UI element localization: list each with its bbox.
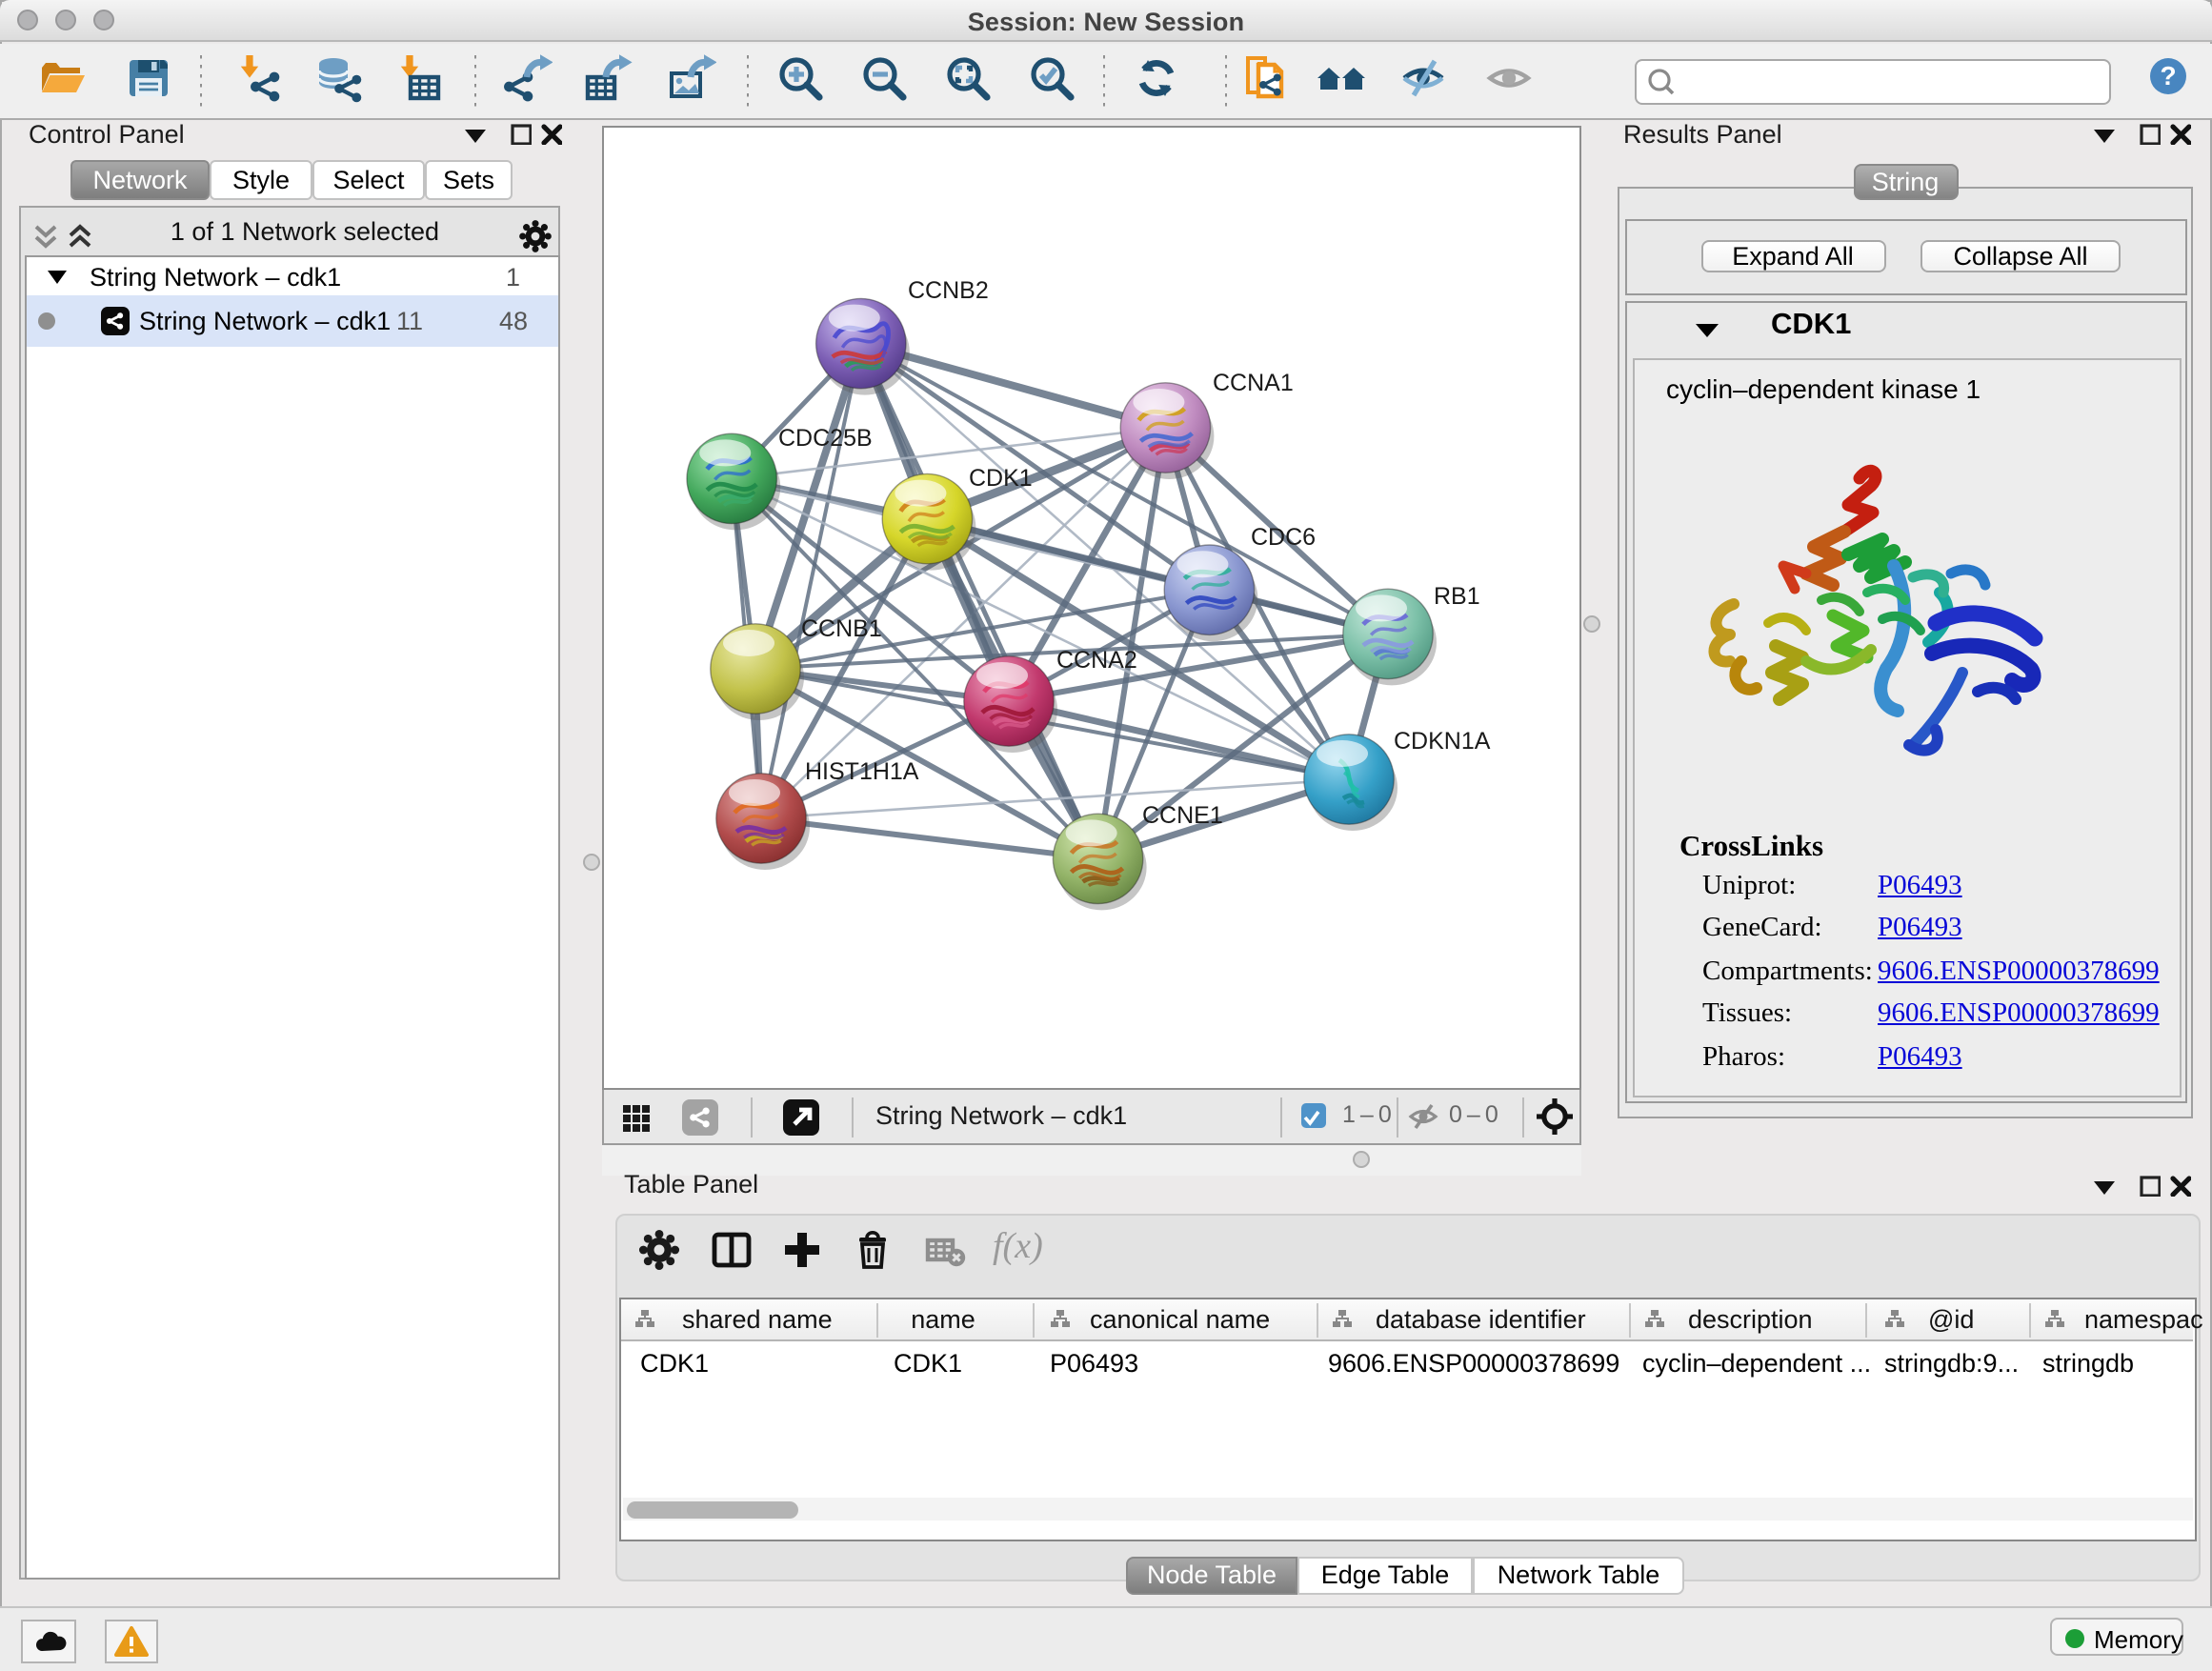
svg-text:CCNB1: CCNB1 [800,615,881,642]
svg-text:CCNB2: CCNB2 [907,277,988,304]
svg-text:RB1: RB1 [1433,583,1479,610]
svg-text:CCNA2: CCNA2 [1056,647,1136,674]
svg-text:CCNE1: CCNE1 [1141,802,1222,829]
svg-text:CDC6: CDC6 [1250,524,1315,551]
svg-text:CDKN1A: CDKN1A [1393,728,1490,755]
svg-text:CDK1: CDK1 [968,465,1032,492]
svg-text:?: ? [2159,61,2175,91]
svg-text:HIST1H1A: HIST1H1A [804,758,918,785]
svg-text:CDC25B: CDC25B [777,425,872,452]
svg-text:CCNA1: CCNA1 [1212,370,1293,396]
